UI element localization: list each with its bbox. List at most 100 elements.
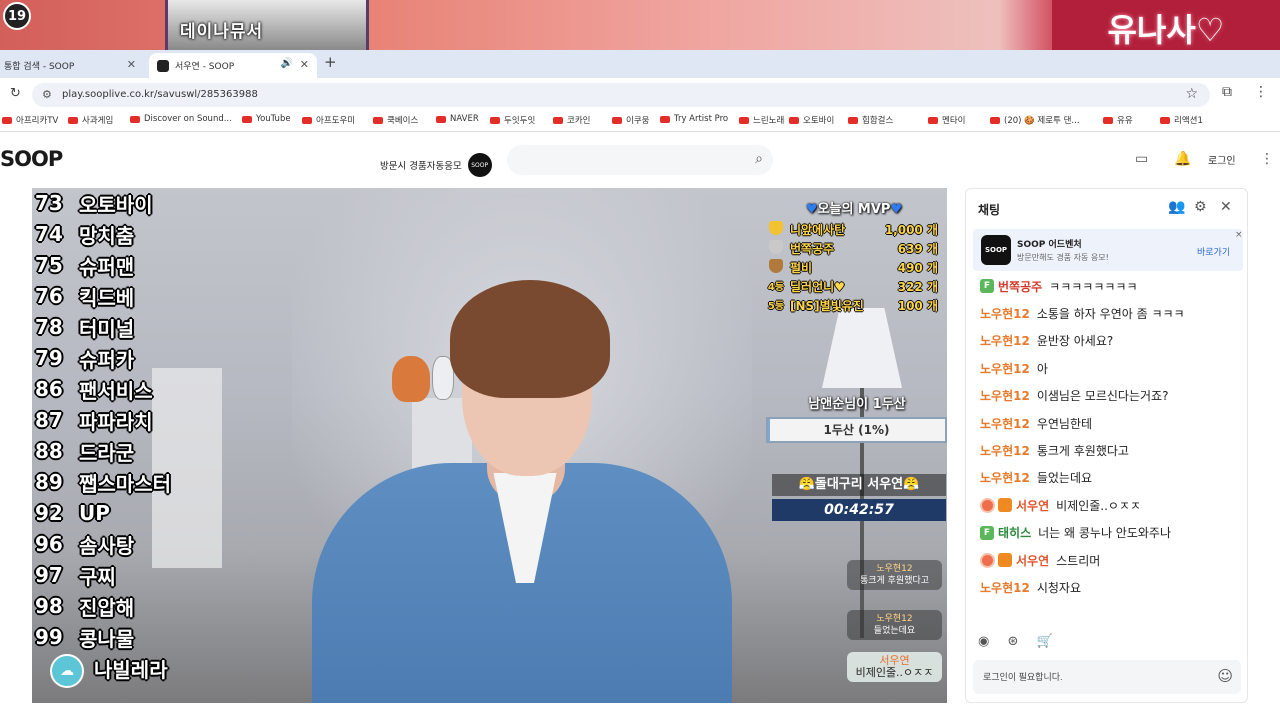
chat-username[interactable]: 노우현12 (980, 469, 1030, 486)
emoji-icon[interactable]: ☺ (1217, 667, 1233, 685)
chat-input-box[interactable]: ☺ (973, 660, 1241, 694)
tab-search[interactable]: 통합 검색 - SOOP ✕ (0, 53, 144, 78)
bookmark-favicon-icon (2, 116, 12, 124)
cart-icon[interactable]: 🛒 (1037, 634, 1053, 649)
tab-close-icon[interactable]: ✕ (300, 58, 309, 71)
mvp-rank: 5등 (767, 301, 785, 312)
bookmark-item[interactable]: 사과게임 (68, 114, 113, 126)
new-tab-button[interactable]: + (324, 53, 337, 71)
tab-stream[interactable]: 서우연 - SOOP 🔊 ✕ (149, 53, 317, 78)
mvp-count: 100 개 (897, 299, 938, 313)
chat-username[interactable]: 노우현12 (980, 579, 1030, 596)
chat-message[interactable]: 노우현12 소통을 하자 우연아 좀 ㅋㅋㅋ (980, 302, 1185, 324)
chat-username[interactable]: 노우현12 (980, 442, 1030, 459)
chat-username[interactable]: 서우연 (1016, 497, 1049, 514)
chat-username[interactable]: 노우현12 (980, 305, 1030, 322)
chat-username[interactable]: 노우현12 (980, 387, 1030, 404)
ad-close-icon[interactable]: × (1235, 230, 1243, 240)
bookmark-item[interactable]: 멘타이 (928, 114, 965, 126)
bookmark-item[interactable]: 힙합걸스 (848, 114, 893, 126)
chat-message[interactable]: 노우현12 통크게 후원했다고 (980, 439, 1129, 461)
more-menu-icon[interactable]: ⋮ (1260, 151, 1274, 167)
address-bar-row: ↻ ⚙ play.sooplive.co.kr/savuswl/28536398… (0, 78, 1280, 111)
bookmark-item[interactable]: 쿡베이스 (373, 114, 418, 126)
star-balloon-icon[interactable]: ◉ (978, 634, 989, 649)
donation-menu-item: 86 팬서비스 (35, 376, 153, 403)
left-banner-image: 데이나뮤서 (165, 0, 369, 50)
chat-toolbar: ◉ ⊛ 🛒 (978, 634, 1067, 649)
omnibox[interactable]: ⚙ play.sooplive.co.kr/savuswl/285363988 … (32, 83, 1210, 107)
donation-menu-number: 89 (35, 470, 63, 494)
promo-link[interactable]: 방문시 경품자동응모 SOOP (380, 153, 492, 177)
reload-icon[interactable]: ↻ (10, 86, 21, 101)
ad-balloon-icon[interactable]: ⊛ (1007, 634, 1018, 649)
bookmark-item[interactable]: 아프리카TV (2, 114, 58, 126)
donation-menu-name: 킥드베 (79, 285, 135, 310)
tab-close-icon[interactable]: ✕ (127, 58, 136, 71)
bookmark-item[interactable]: (20) 🍪 제로투 댄... (990, 114, 1080, 126)
donation-menu-name: 슈퍼맨 (79, 254, 135, 279)
bell-icon[interactable]: 🔔 (1174, 151, 1191, 167)
login-button[interactable]: 로그인 (1208, 152, 1236, 167)
chat-username[interactable]: 태히스 (998, 524, 1031, 541)
search-box[interactable]: ⌕ (507, 145, 773, 175)
donation-menu-name: 나빌레라 (94, 657, 168, 682)
site-info-icon[interactable]: ⚙ (42, 88, 52, 101)
bookmark-item[interactable]: 두잇두잇 (490, 114, 535, 126)
bookmark-item[interactable]: Try Artist Pro (660, 114, 728, 124)
chat-message[interactable]: 노우현12 이샘님은 모르신다는거죠? (980, 385, 1168, 407)
chat-message[interactable]: 노우현12 들었는데요 (980, 467, 1092, 489)
bookmark-star-icon[interactable]: ☆ (1185, 86, 1198, 102)
bookmark-favicon-icon (1160, 116, 1170, 124)
bookmark-item[interactable]: 리액션1 (1160, 114, 1203, 126)
menu-kebab-icon[interactable]: ⋮ (1254, 84, 1268, 100)
donation-menu-item: 98 진압해 (35, 593, 134, 620)
streamer-hair (450, 280, 610, 398)
url-text[interactable]: play.sooplive.co.kr/savuswl/285363988 (62, 89, 258, 100)
chat-message[interactable]: F 번쪽공주 ㅋㅋㅋㅋㅋㅋㅋㅋ (980, 275, 1138, 297)
gear-icon[interactable]: ⚙ (1194, 199, 1207, 215)
bookmark-label: 오토바이 (803, 116, 835, 126)
bookmark-item[interactable]: 이쿠웅 (612, 114, 649, 126)
bookmark-item[interactable]: Discover on Sound... (130, 114, 232, 124)
chat-username[interactable]: 노우현12 (980, 332, 1030, 349)
chat-username[interactable]: 노우현12 (980, 415, 1030, 432)
close-icon[interactable]: ✕ (1220, 199, 1232, 215)
ad-banner[interactable]: SOOP SOOP 어드벤처 방문만해도 경품 자동 응모! 바로가기 × (973, 229, 1243, 271)
trophy-shape (769, 221, 783, 235)
search-icon[interactable]: ⌕ (755, 151, 763, 167)
speaker-icon[interactable]: 🔊 (281, 58, 293, 69)
chat-message[interactable]: 서우연 비제인줄..ㅇㅈㅈ (980, 494, 1141, 516)
bookmark-item[interactable]: NAVER (436, 114, 479, 124)
chat-message[interactable]: 노우현12 아 (980, 357, 1048, 379)
chat-message-list[interactable]: F 번쪽공주 ㅋㅋㅋㅋㅋㅋㅋㅋ 노우현12 소통을 하자 우연아 좀 ㅋㅋㅋ 노우현12 윤… (966, 273, 1247, 623)
donation-menu-number: 99 (35, 625, 63, 649)
chat-message[interactable]: 서우연 스트리머 (980, 549, 1100, 571)
chat-message[interactable]: 노우현12 시청자요 (980, 576, 1081, 598)
donation-menu-name: 팬서비스 (79, 378, 153, 403)
video-player[interactable]: 73 오토바이 74 망치춤 75 슈퍼맨 76 킥드베 78 터미널 79 슈퍼카 86 팬서비스 87 파… (32, 188, 947, 703)
chat-username[interactable]: 노우현12 (980, 360, 1030, 377)
bookmark-item[interactable]: 코카인 (553, 114, 590, 126)
chat-username[interactable]: 서우연 (1016, 552, 1049, 569)
donation-menu-name: 오토바이 (79, 192, 153, 217)
chat-username[interactable]: 번쪽공주 (998, 278, 1042, 295)
search-input[interactable] (507, 145, 727, 175)
bookmark-item[interactable]: 유유 (1103, 114, 1133, 126)
extensions-icon[interactable]: ⧉ (1222, 84, 1232, 100)
chat-message[interactable]: 노우현12 우연님한테 (980, 412, 1092, 434)
user-list-icon[interactable]: 👥 (1168, 199, 1185, 215)
bookmark-item[interactable]: 아프도우미 (302, 114, 355, 126)
chat-message[interactable]: 노우현12 윤반장 아세요? (980, 330, 1113, 352)
bookmark-item[interactable]: 느린노래 (739, 114, 784, 126)
broadcast-icon[interactable]: ▭ (1135, 151, 1148, 167)
chat-message[interactable]: F 태히스 너는 왜 콩누나 안도와주나 (980, 522, 1171, 544)
ad-go-button[interactable]: 바로가기 (1197, 245, 1230, 258)
soop-logo[interactable]: SOOP (0, 147, 63, 171)
mvp-name: 딜러언니♥ (790, 280, 845, 294)
promo-badge: SOOP (467, 153, 492, 177)
chat-text: 윤반장 아세요? (1036, 334, 1114, 349)
chat-input[interactable] (973, 660, 1203, 694)
bookmark-item[interactable]: 오토바이 (789, 114, 834, 126)
bookmark-item[interactable]: YouTube (242, 114, 291, 124)
